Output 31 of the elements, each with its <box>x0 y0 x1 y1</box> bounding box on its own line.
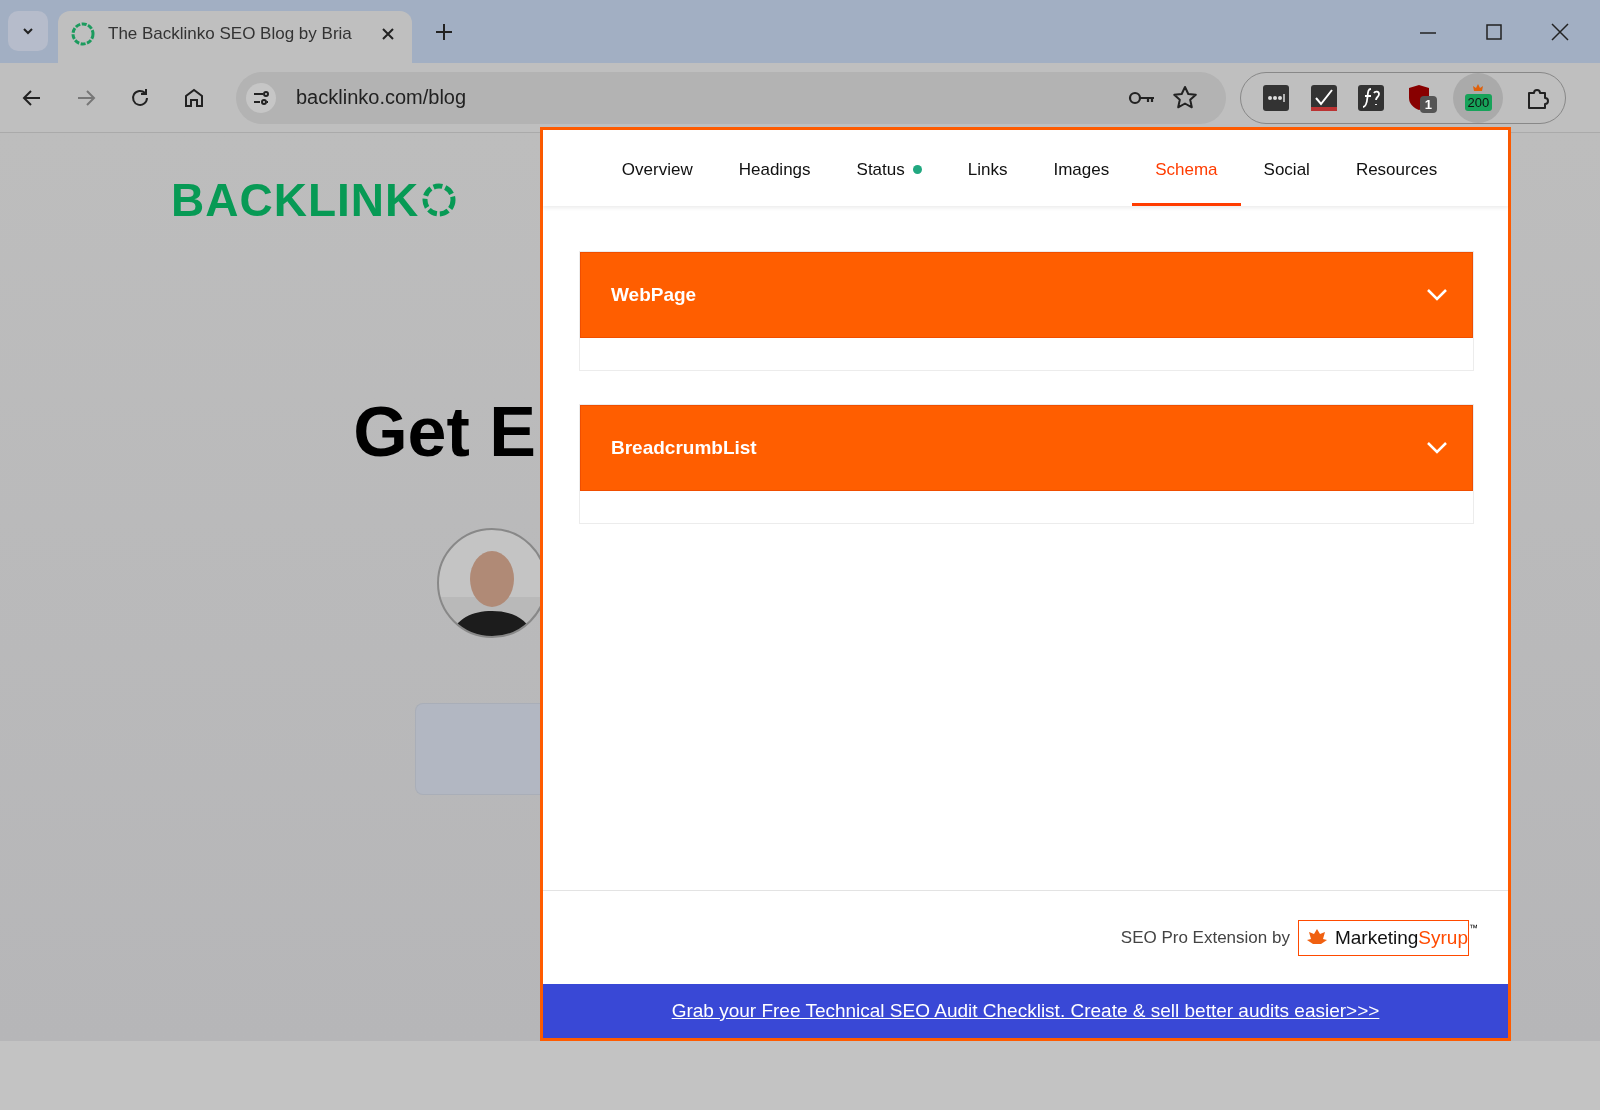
site-ring-icon <box>70 21 96 47</box>
tab[interactable]: Status <box>833 130 945 206</box>
close-icon[interactable] <box>380 26 396 42</box>
tab[interactable]: Overview <box>598 130 716 206</box>
extension-badge: 200 <box>1464 94 1493 111</box>
new-tab-icon[interactable] <box>434 21 454 42</box>
promo-link[interactable]: Grab your Free Technical SEO Audit Checklist. Create & sell better audits easier>>> <box>671 1000 1380 1022</box>
brand-logo[interactable]: MarketingSyrup <box>1297 919 1469 956</box>
trademark-mark: ™ <box>1469 922 1478 933</box>
checkmark-extension-icon[interactable] <box>1310 84 1337 111</box>
close-window-icon[interactable] <box>1550 21 1570 42</box>
star-icon[interactable] <box>1172 84 1198 111</box>
maximize-icon[interactable] <box>1484 21 1504 42</box>
url-text: backlinko.com/blog <box>296 86 467 109</box>
dots-extension-icon[interactable] <box>1263 84 1289 111</box>
active-extension-button[interactable]: 200 <box>1453 72 1504 123</box>
tab[interactable]: Social <box>1240 130 1333 206</box>
address-bar[interactable]: backlinko.com/blog <box>236 71 1226 124</box>
tab[interactable]: Schema <box>1132 130 1241 206</box>
chevron-icon <box>1426 288 1448 302</box>
site-settings-icon[interactable] <box>246 82 276 113</box>
chevron-icon <box>1426 441 1448 455</box>
tab[interactable]: Resources <box>1332 130 1461 206</box>
browser-tab[interactable]: The Backlinko SEO Blog by Bria <box>58 11 412 63</box>
tab[interactable]: Images <box>1030 130 1133 206</box>
tab[interactable]: Headings <box>715 130 834 206</box>
page-heading: Get E <box>352 392 537 472</box>
credit-text: SEO Pro Extension by <box>1120 927 1290 948</box>
function-extension-icon[interactable] <box>1358 84 1385 111</box>
tab-title: The Backlinko SEO Blog by Bria <box>108 24 353 44</box>
tab[interactable]: Links <box>944 130 1031 206</box>
